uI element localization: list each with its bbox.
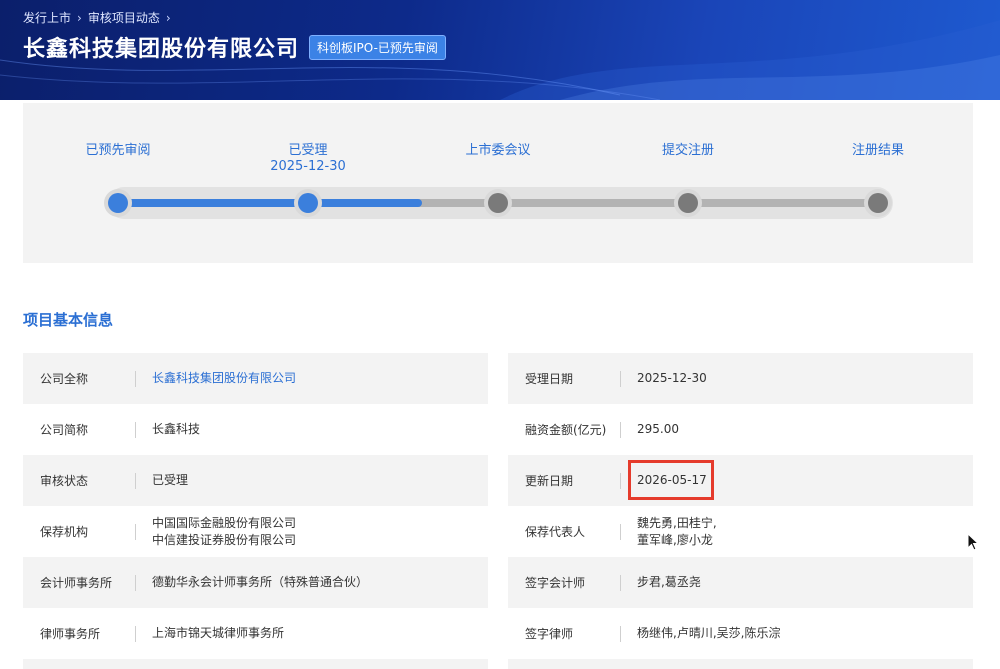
- page-title: 长鑫科技集团股份有限公司: [23, 37, 300, 62]
- breadcrumb-item-review-dynamics[interactable]: 审核项目动态: [88, 9, 160, 26]
- info-row-company-full-name: 公司全称 长鑫科技集团股份有限公司: [23, 353, 488, 404]
- info-row-partial: [23, 659, 488, 669]
- info-row-sponsor: 保荐机构 中国国际金融股份有限公司 中信建投证券股份有限公司: [23, 506, 488, 557]
- info-label: 签字会计师: [525, 576, 586, 590]
- progress-track-fill: [118, 199, 422, 207]
- step-dot-icon: [104, 189, 132, 217]
- step-date: 2025-12-30: [270, 159, 346, 174]
- info-label: 融资金额(亿元): [525, 423, 607, 437]
- info-value: 杨继伟,卢晴川,吴莎,陈乐淙: [637, 626, 781, 640]
- highlight-box: [628, 460, 714, 500]
- info-label: 保荐代表人: [525, 525, 586, 539]
- step-preliminary-review: 已预先审阅: [48, 143, 188, 159]
- info-row-financing-amount: 融资金额(亿元) 295.00: [508, 404, 973, 455]
- info-label: 受理日期: [525, 372, 574, 386]
- company-name-link[interactable]: 长鑫科技集团股份有限公司: [136, 370, 296, 387]
- info-value: 步君,葛丞尧: [637, 575, 701, 589]
- step-label: 已预先审阅: [85, 143, 151, 158]
- info-row-update-date: 更新日期 2026-05-17: [508, 455, 973, 506]
- header-banner: 发行上市 › 审核项目动态 › 长鑫科技集团股份有限公司 科创板IPO-已预先审…: [0, 0, 1000, 100]
- step-dot-icon: [864, 189, 892, 217]
- representatives-line-1: 魏先勇,田桂宁,: [637, 515, 717, 530]
- info-value: 2025-12-30: [637, 371, 707, 385]
- info-value: 德勤华永会计师事务所（特殊普通合伙）: [152, 575, 369, 589]
- breadcrumb-item-listing[interactable]: 发行上市: [23, 9, 71, 26]
- info-label: 会计师事务所: [40, 576, 113, 590]
- step-dot-icon: [294, 189, 322, 217]
- info-row-review-status: 审核状态 已受理: [23, 455, 488, 506]
- step-listing-committee: 上市委会议: [428, 143, 568, 159]
- info-row-law-firm: 律师事务所 上海市锦天城律师事务所: [23, 608, 488, 659]
- info-table-left: 公司全称 长鑫科技集团股份有限公司 公司简称 长鑫科技 审核状态 已受理 保荐机…: [23, 353, 488, 669]
- info-row-company-short-name: 公司简称 长鑫科技: [23, 404, 488, 455]
- info-label: 保荐机构: [40, 525, 89, 539]
- info-table-right: 受理日期 2025-12-30 融资金额(亿元) 295.00 更新日期 202…: [508, 353, 973, 669]
- info-row-accept-date: 受理日期 2025-12-30: [508, 353, 973, 404]
- step-dot-icon: [674, 189, 702, 217]
- sponsor-1: 中国国际金融股份有限公司: [152, 515, 297, 530]
- sponsor-2: 中信建投证券股份有限公司: [152, 532, 297, 547]
- info-value: 已受理: [152, 473, 189, 487]
- step-label: 注册结果: [851, 143, 904, 158]
- info-value: 魏先勇,田桂宁, 董军峰,廖小龙: [621, 515, 717, 549]
- status-badge: 科创板IPO-已预先审阅: [309, 34, 446, 60]
- info-row-accounting-firm: 会计师事务所 德勤华永会计师事务所（特殊普通合伙）: [23, 557, 488, 608]
- chevron-right-icon: ›: [77, 10, 82, 25]
- info-label: 更新日期: [525, 474, 574, 488]
- info-value: 中国国际金融股份有限公司 中信建投证券股份有限公司: [136, 515, 296, 549]
- info-row-signing-lawyers: 签字律师 杨继伟,卢晴川,吴莎,陈乐淙: [508, 608, 973, 659]
- step-dot-icon: [484, 189, 512, 217]
- step-label: 上市委会议: [465, 143, 531, 158]
- step-submit-registration: 提交注册: [618, 143, 758, 159]
- step-label: 提交注册: [661, 143, 714, 158]
- info-label: 公司简称: [40, 423, 89, 437]
- info-label: 签字律师: [525, 627, 574, 641]
- review-progress-panel: 已预先审阅 已受理 2025-12-30 上市委会议 提交注册 注册结果: [23, 103, 973, 263]
- step-accepted: 已受理 2025-12-30: [238, 143, 378, 175]
- info-label: 审核状态: [40, 474, 89, 488]
- breadcrumb: 发行上市 › 审核项目动态 ›: [23, 9, 171, 26]
- info-row-signing-accountants: 签字会计师 步君,葛丞尧: [508, 557, 973, 608]
- info-row-sponsor-representatives: 保荐代表人 魏先勇,田桂宁, 董军峰,廖小龙: [508, 506, 973, 557]
- step-label: 已受理: [288, 143, 328, 158]
- info-value: 长鑫科技: [152, 422, 201, 436]
- info-row-partial: [508, 659, 973, 669]
- info-value: 上海市锦天城律师事务所: [152, 626, 285, 640]
- section-title-basic-info: 项目基本信息: [23, 311, 114, 329]
- info-label: 律师事务所: [40, 627, 101, 641]
- chevron-right-icon: ›: [165, 10, 171, 25]
- step-registration-result: 注册结果: [808, 143, 948, 159]
- info-label: 公司全称: [40, 372, 89, 386]
- mouse-cursor-icon: [967, 533, 979, 551]
- info-value: 295.00: [637, 422, 679, 436]
- representatives-line-2: 董军峰,廖小龙: [637, 532, 713, 547]
